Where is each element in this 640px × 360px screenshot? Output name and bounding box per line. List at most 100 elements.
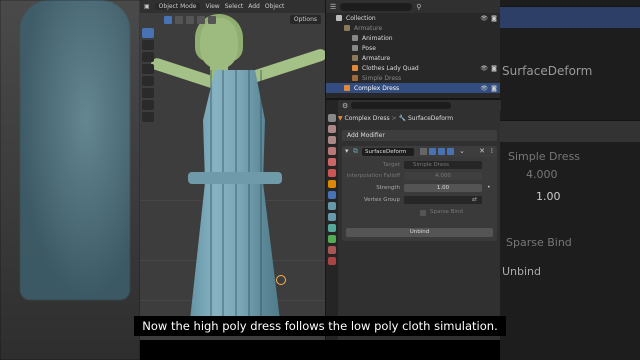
drag-handle-icon[interactable]: ⁞ bbox=[491, 147, 493, 155]
outliner-row-label: Simple Dress bbox=[362, 74, 402, 82]
properties-panel: ⚙ ▼ Complex Dress > 🔧 SurfaceDeform Add … bbox=[325, 98, 501, 342]
render-camera-icon[interactable]: ◙ bbox=[491, 85, 497, 92]
blurred-dress bbox=[20, 0, 130, 300]
tool-tab-icon[interactable] bbox=[328, 114, 336, 122]
outliner-row-label: Pose bbox=[362, 44, 376, 52]
breadcrumb: ▼ Complex Dress > 🔧 SurfaceDeform bbox=[338, 115, 453, 122]
annotate-tool-icon[interactable] bbox=[142, 100, 154, 110]
visibility-eye-icon[interactable]: 👁 bbox=[480, 65, 488, 72]
select-subtract-icon[interactable] bbox=[186, 15, 194, 24]
editor-type-icon[interactable]: ⚙ bbox=[342, 102, 348, 110]
material-tab-icon[interactable] bbox=[328, 246, 336, 254]
add-modifier-button[interactable]: Add Modifier bbox=[342, 130, 497, 141]
strength-field[interactable]: 1.00 bbox=[404, 184, 482, 192]
backdrop-sparse-bind: Sparse Bind bbox=[506, 236, 572, 249]
select-tool-icon[interactable] bbox=[142, 28, 154, 38]
tool-shelf bbox=[142, 28, 154, 122]
keyframe-dot-icon[interactable]: • bbox=[487, 184, 491, 191]
properties-search-input[interactable] bbox=[351, 102, 452, 109]
backdrop-selected-row bbox=[500, 6, 640, 28]
outliner-row-armature-data[interactable]: Armature bbox=[326, 53, 500, 63]
outliner-row-simple-dress[interactable]: Simple Dress bbox=[326, 73, 500, 83]
outliner-row-armature[interactable]: Armature bbox=[326, 23, 500, 33]
outliner-row-clothes-lady-quad[interactable]: Clothes Lady Quad 👁 ◙ bbox=[326, 63, 500, 73]
falloff-field[interactable]: 4.000 bbox=[404, 172, 482, 180]
dress-pleat bbox=[235, 70, 237, 320]
unbind-button[interactable]: Unbind bbox=[346, 228, 493, 237]
outliner-type-icon[interactable]: ☰ bbox=[330, 3, 336, 11]
edit-mode-toggle-icon[interactable] bbox=[420, 148, 427, 155]
filter-icon[interactable]: ⚲ bbox=[416, 3, 421, 11]
sparse-bind-label: Sparse Bind bbox=[430, 209, 463, 215]
options-dropdown[interactable]: Options bbox=[289, 15, 321, 24]
menu-select[interactable]: Select bbox=[225, 3, 244, 10]
world-tab-icon[interactable] bbox=[328, 169, 336, 177]
visibility-eye-icon[interactable]: 👁 bbox=[480, 85, 488, 92]
data-tab-icon[interactable] bbox=[328, 235, 336, 243]
outliner-row-label: Armature bbox=[354, 24, 383, 32]
scale-tool-icon[interactable] bbox=[142, 76, 154, 86]
physics-tab-icon[interactable] bbox=[328, 213, 336, 221]
camera-toggle-icon[interactable] bbox=[447, 148, 454, 155]
menu-add[interactable]: Add bbox=[248, 3, 260, 10]
visibility-eye-icon[interactable]: 👁 bbox=[480, 15, 488, 22]
outliner-row-complex-dress[interactable]: Complex Dress 👁 ◙ bbox=[326, 83, 500, 93]
strength-label: Strength bbox=[376, 185, 400, 191]
vertex-group-field[interactable] bbox=[404, 196, 482, 204]
object-mode-dropdown[interactable]: Object Mode bbox=[154, 3, 201, 10]
outliner-search-input[interactable] bbox=[340, 2, 413, 11]
target-value: Simple Dress bbox=[413, 162, 450, 168]
cursor-tool-icon[interactable] bbox=[142, 40, 154, 50]
editor-type-icon[interactable]: ▣ bbox=[144, 3, 150, 10]
view-layer-tab-icon[interactable] bbox=[328, 147, 336, 155]
dress-belt bbox=[188, 172, 282, 184]
render-camera-icon[interactable]: ◙ bbox=[491, 15, 497, 22]
armature-data-icon bbox=[352, 55, 358, 61]
outliner-row-label: Collection bbox=[346, 14, 376, 22]
outliner-row-pose[interactable]: Pose bbox=[326, 43, 500, 53]
move-tool-icon[interactable] bbox=[142, 52, 154, 62]
select-intersect-icon[interactable] bbox=[208, 15, 216, 24]
modifier-tab-icon[interactable] bbox=[328, 191, 336, 199]
constraints-tab-icon[interactable] bbox=[328, 224, 336, 232]
vertex-group-label: Vertex Group bbox=[363, 197, 400, 203]
properties-tabs bbox=[326, 100, 338, 342]
outliner-row-label: Animation bbox=[362, 34, 393, 42]
output-tab-icon[interactable] bbox=[328, 136, 336, 144]
object-tab-icon[interactable] bbox=[328, 180, 336, 188]
object-icon: ▼ bbox=[338, 115, 343, 122]
left-blurred-backdrop bbox=[0, 0, 140, 360]
realtime-toggle-icon[interactable] bbox=[429, 148, 436, 155]
outliner-row-animation[interactable]: Animation bbox=[326, 33, 500, 43]
outliner-row-label: Armature bbox=[362, 54, 391, 62]
render-camera-icon[interactable]: ◙ bbox=[491, 65, 497, 72]
modifier-header: ▾ ⧉ SurfaceDeform ⌄ ✕ ⁞ bbox=[342, 146, 497, 157]
sparse-bind-checkbox[interactable] bbox=[420, 210, 426, 216]
rotate-tool-icon[interactable] bbox=[142, 64, 154, 74]
select-extend-icon[interactable] bbox=[175, 15, 183, 24]
render-tab-icon[interactable] bbox=[328, 125, 336, 133]
backdrop-falloff-value: 4.000 bbox=[526, 168, 558, 181]
dress-pleat bbox=[222, 70, 224, 320]
measure-tool-icon[interactable] bbox=[142, 112, 154, 122]
properties-header: ⚙ bbox=[338, 100, 501, 111]
render-toggle-icon[interactable] bbox=[438, 148, 445, 155]
3d-viewport[interactable]: ▣ Object Mode View Select Add Object Opt… bbox=[140, 0, 325, 340]
invert-arrows-icon[interactable]: ⇄ bbox=[472, 196, 477, 203]
menu-view[interactable]: View bbox=[205, 3, 219, 10]
particles-tab-icon[interactable] bbox=[328, 202, 336, 210]
texture-tab-icon[interactable] bbox=[328, 257, 336, 265]
select-invert-icon[interactable] bbox=[197, 15, 205, 24]
3d-cursor-icon[interactable] bbox=[276, 275, 286, 285]
target-field[interactable]: Simple Dress bbox=[404, 161, 482, 169]
menu-object[interactable]: Object bbox=[265, 3, 285, 10]
viewport-header: ▣ Object Mode View Select Add Object bbox=[140, 0, 325, 13]
collapse-chevron-icon[interactable]: ▾ bbox=[345, 147, 349, 155]
transform-tool-icon[interactable] bbox=[142, 88, 154, 98]
select-box-icon[interactable] bbox=[164, 15, 172, 24]
outliner-row-collection[interactable]: Collection 👁 ◙ bbox=[326, 13, 500, 23]
modifier-name-field[interactable]: SurfaceDeform bbox=[362, 148, 414, 156]
delete-modifier-icon[interactable]: ✕ bbox=[479, 147, 485, 155]
scene-tab-icon[interactable] bbox=[328, 158, 336, 166]
dropdown-chevron-icon[interactable]: ⌄ bbox=[459, 147, 465, 155]
